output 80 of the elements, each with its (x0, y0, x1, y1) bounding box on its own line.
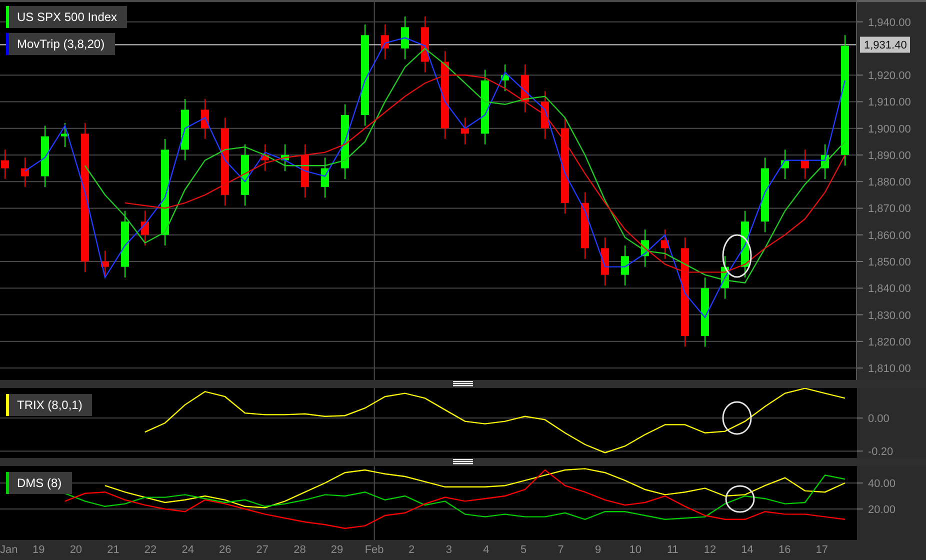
axis-label: 9 (595, 542, 602, 558)
axis-label: 2 (408, 542, 415, 558)
axis-label: 12 (704, 542, 716, 558)
axis-label: 14 (741, 542, 754, 558)
axis-label: 1,830.00 (868, 310, 911, 322)
axis-label: 22 (144, 542, 157, 558)
axis-label: 1,940.00 (868, 16, 911, 29)
axis-label: 11 (666, 542, 678, 558)
axis-label: 27 (256, 542, 269, 558)
axis-label: 20.00 (868, 504, 896, 516)
axis-label: 10 (629, 542, 642, 558)
candlestick (641, 229, 649, 268)
candlestick (281, 144, 289, 172)
candlestick (781, 149, 789, 180)
candlestick (501, 64, 509, 92)
axis-label: 1,920.00 (868, 70, 911, 82)
candlestick (801, 149, 809, 180)
legend-label[interactable]: DMS (8) (9, 472, 72, 494)
ref-line-label: 1,931.40 (864, 40, 907, 52)
axis-label: 24 (182, 542, 194, 558)
candlestick (401, 16, 409, 60)
candlestick (521, 64, 529, 113)
axis-label: 26 (219, 542, 232, 558)
candlestick (621, 245, 629, 286)
axis-label: 1,840.00 (868, 283, 911, 296)
axis-label: 1,860.00 (868, 230, 911, 242)
candlestick (701, 276, 709, 348)
drag-handle-icon[interactable] (453, 381, 473, 387)
candlestick (21, 157, 29, 188)
axis-label: 29 (330, 542, 344, 558)
candlestick (381, 24, 389, 60)
candlestick (41, 125, 49, 188)
candlestick (821, 144, 829, 180)
candlestick (61, 122, 69, 148)
axis-label: 1,870.00 (868, 203, 911, 216)
legend-label[interactable]: MovTrip (3,8,20) (9, 33, 115, 55)
axis-label: -0.20 (868, 446, 894, 458)
candlestick (201, 98, 209, 140)
axis-label: 0.00 (868, 413, 890, 426)
candlestick (321, 157, 329, 198)
candlestick (241, 144, 249, 206)
axis-label: 3 (446, 542, 452, 558)
axis-label: 17 (816, 542, 828, 558)
axis-label: 1,820.00 (868, 336, 911, 348)
axis-label: 1,880.00 (868, 176, 911, 189)
candlestick (721, 256, 729, 300)
axis-label: 1,910.00 (868, 96, 911, 109)
axis-label: 28 (294, 542, 306, 558)
axis-label: 4 (483, 542, 490, 558)
candlestick (741, 210, 749, 278)
axis-label: 40.00 (868, 478, 896, 490)
axis-label: 1,810.00 (868, 363, 911, 376)
candlestick (141, 210, 149, 246)
candlestick (121, 210, 129, 278)
candlestick (661, 229, 669, 260)
axis-label: Jan (0, 542, 18, 558)
axis-label: 21 (107, 542, 120, 558)
candlestick (541, 90, 549, 140)
last-price-label: 1,931.40 (860, 36, 910, 53)
axis-label: 1,850.00 (868, 256, 911, 268)
legend-label[interactable]: US SPX 500 Index (9, 6, 128, 28)
axis-label: 1,890.00 (868, 150, 911, 162)
axis-label: 7 (558, 542, 564, 558)
axis-label: Feb (364, 542, 384, 558)
axis-label: 19 (32, 542, 45, 558)
candlestick (581, 192, 589, 260)
axis-label: 1,900.00 (868, 123, 911, 136)
axis-label: 20 (70, 542, 82, 558)
candlestick (261, 144, 269, 172)
legend-label[interactable]: TRIX (8,0,1) (9, 394, 92, 416)
drag-handle-icon[interactable] (453, 459, 473, 465)
candlestick (301, 144, 309, 198)
axis-label: 16 (778, 542, 791, 558)
candlestick (181, 98, 189, 161)
candlestick (1, 149, 9, 180)
axis-label: 5 (520, 542, 527, 558)
candlestick (421, 16, 429, 73)
candlestick (601, 237, 609, 286)
candlestick (101, 250, 109, 278)
candlestick (461, 117, 469, 145)
